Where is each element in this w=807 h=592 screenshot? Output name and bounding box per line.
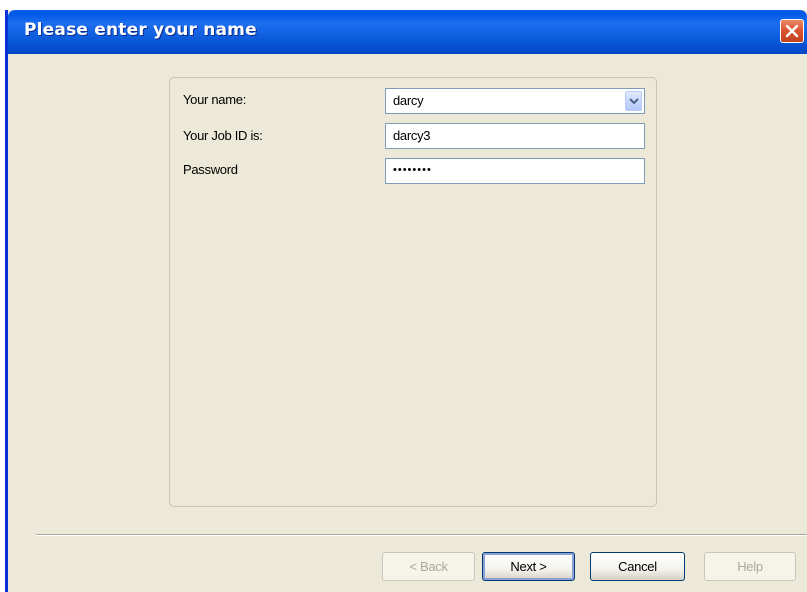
password-label: Password	[183, 162, 238, 177]
window-title: Please enter your name	[24, 20, 257, 40]
job-id-label: Your Job ID is:	[183, 128, 263, 143]
job-id-value: darcy3	[393, 128, 431, 143]
password-field[interactable]: ••••••••	[385, 158, 645, 184]
job-id-field[interactable]: darcy3	[385, 123, 645, 149]
your-name-value: darcy	[393, 93, 424, 108]
your-name-combobox[interactable]: darcy	[385, 88, 645, 114]
title-bar[interactable]: Please enter your name	[8, 10, 807, 54]
help-button[interactable]: Help	[704, 552, 796, 581]
back-button[interactable]: < Back	[382, 552, 475, 581]
dropdown-button[interactable]	[625, 91, 642, 111]
your-name-label: Your name:	[183, 92, 247, 107]
close-button[interactable]	[780, 19, 804, 43]
button-separator	[36, 534, 807, 536]
password-value: ••••••••	[393, 164, 432, 176]
close-icon	[785, 24, 799, 38]
dialog-window: Please enter your name Your name: darcy …	[5, 10, 807, 592]
chevron-down-icon	[629, 98, 639, 105]
next-button[interactable]: Next >	[482, 552, 575, 581]
cancel-button[interactable]: Cancel	[590, 552, 685, 581]
